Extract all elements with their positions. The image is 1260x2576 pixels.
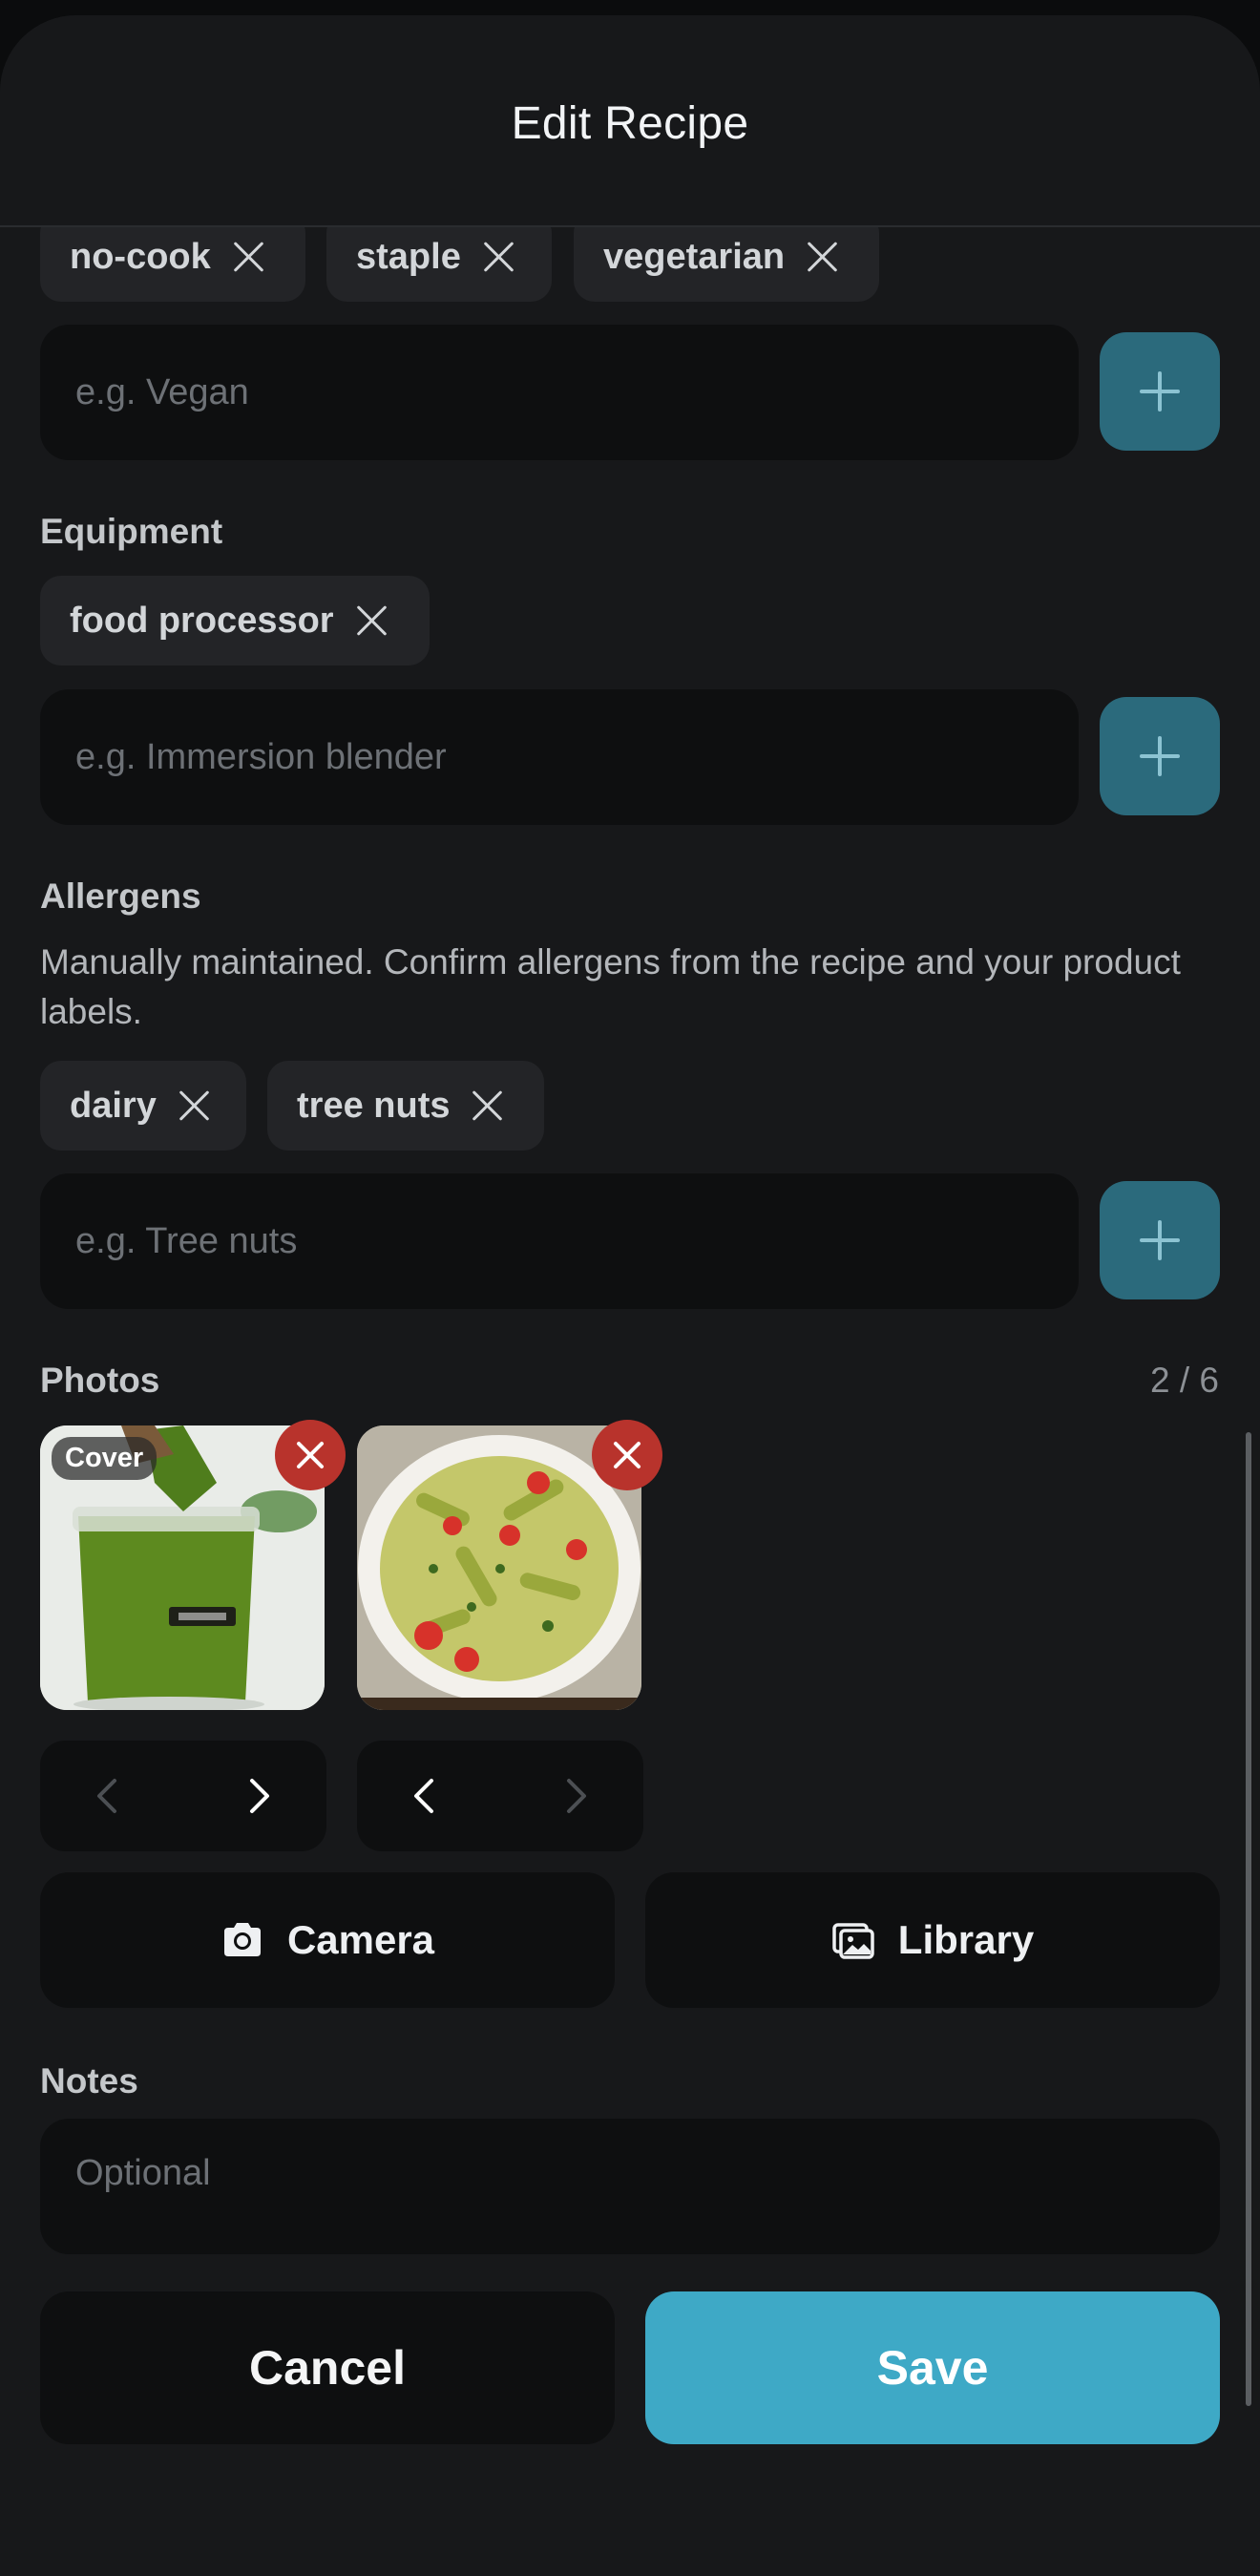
cover-badge: Cover (52, 1437, 158, 1480)
allergens-help-text: Manually maintained. Confirm allergens f… (40, 942, 1181, 1031)
equipment-chip-label: food processor (70, 600, 334, 641)
close-icon[interactable] (806, 240, 840, 274)
edit-recipe-sheet: no-cook staple vegetarian e.g. Vegan Equ… (0, 15, 1260, 2576)
close-icon[interactable] (471, 1088, 505, 1123)
close-icon[interactable] (232, 240, 266, 274)
cancel-button[interactable]: Cancel (40, 2291, 615, 2444)
photos-count: 2 / 6 (1150, 1361, 1219, 1400)
tag-chip-label: no-cook (70, 236, 211, 277)
save-button[interactable]: Save (645, 2291, 1220, 2444)
equipment-input[interactable]: e.g. Immersion blender (40, 689, 1079, 825)
allergen-chip-tree-nuts: tree nuts (267, 1061, 544, 1151)
camera-button-label: Camera (286, 1917, 435, 1962)
gallery-icon (832, 1923, 874, 1959)
notes-input[interactable]: Optional (40, 2119, 1220, 2254)
equipment-label: Equipment (40, 512, 223, 551)
remove-photo-1-button[interactable] (275, 1420, 346, 1490)
photo-2-reorder-controls (357, 1741, 643, 1851)
allergen-input[interactable]: e.g. Tree nuts (40, 1173, 1079, 1309)
tag-input[interactable]: e.g. Vegan (40, 325, 1079, 460)
allergen-chip-label: tree nuts (297, 1085, 451, 1126)
photos-label: Photos (40, 1361, 160, 1400)
library-button[interactable]: Library (645, 1872, 1220, 2008)
allergen-chip-label: dairy (70, 1085, 157, 1126)
allergens-label: Allergens (40, 876, 201, 916)
tag-chip-label: vegetarian (603, 236, 786, 277)
tag-chip-label: staple (356, 236, 461, 277)
add-tag-button[interactable] (1100, 332, 1220, 451)
equipment-input-placeholder: e.g. Immersion blender (75, 736, 447, 777)
sheet-header: Edit Recipe (0, 15, 1260, 227)
add-equipment-button[interactable] (1100, 697, 1220, 815)
close-icon[interactable] (482, 240, 516, 274)
allergen-input-placeholder: e.g. Tree nuts (75, 1220, 298, 1261)
add-allergen-button[interactable] (1100, 1181, 1220, 1299)
library-button-label: Library (897, 1917, 1035, 1962)
photo-1-reorder-controls (40, 1741, 326, 1851)
chevron-left-icon[interactable] (403, 1773, 449, 1819)
chevron-right-icon (552, 1773, 598, 1819)
page-title: Edit Recipe (511, 97, 749, 149)
scroll-content[interactable]: no-cook staple vegetarian e.g. Vegan Equ… (0, 15, 1260, 2576)
close-icon[interactable] (355, 603, 389, 638)
camera-icon (223, 1923, 261, 1956)
jar-label-text (178, 1613, 226, 1620)
camera-button[interactable]: Camera (40, 1872, 615, 2008)
tag-input-placeholder: e.g. Vegan (75, 371, 249, 412)
notes-input-placeholder: Optional (75, 2153, 211, 2193)
notes-label: Notes (40, 2061, 138, 2101)
chevron-left-icon (86, 1773, 132, 1819)
close-icon[interactable] (178, 1088, 212, 1123)
chevron-right-icon[interactable] (235, 1773, 281, 1819)
remove-photo-2-button[interactable] (592, 1420, 662, 1490)
equipment-chip-food-processor: food processor (40, 576, 430, 665)
allergen-chip-dairy: dairy (40, 1061, 246, 1151)
scrollbar[interactable] (1246, 1432, 1251, 2406)
